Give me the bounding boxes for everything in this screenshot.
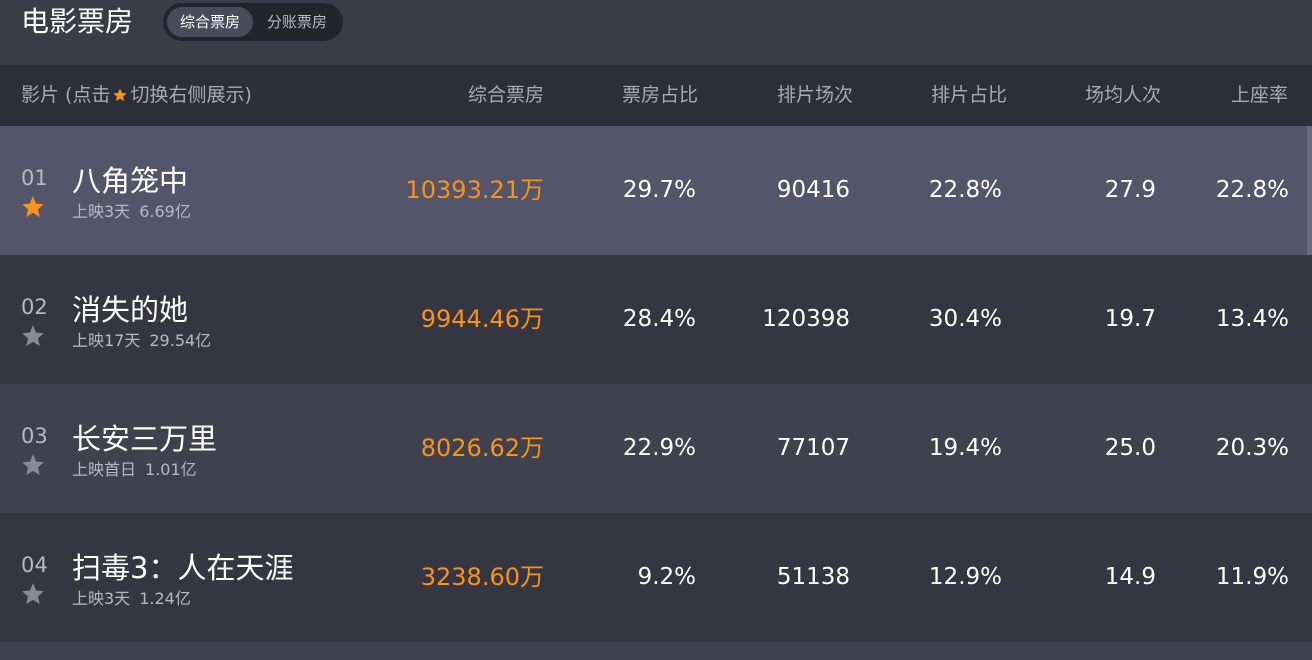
occupancy-value: 20.3% [1215, 435, 1289, 461]
movie-release-info: 上映17天 29.54亿 [72, 327, 211, 351]
avg-viewers-value: 27.9 [1104, 177, 1156, 203]
column-header-film-suffix: 切换右侧展示) [130, 84, 252, 106]
star-outline-icon[interactable] [20, 581, 46, 607]
movie-title: 长安三万里 [72, 422, 218, 456]
total-gross: 29.54亿 [149, 331, 212, 350]
column-header-gross-share[interactable]: 票房占比 [622, 65, 698, 126]
table-row[interactable]: 04 扫毒3：人在天涯 上映3天 1.24亿 3238.60万 9.2% 5113… [0, 513, 1312, 642]
gross-value: 8026.62万 [420, 434, 544, 462]
column-header-avg-viewers[interactable]: 场均人次 [1085, 65, 1161, 126]
movie-release-info: 上映首日 1.01亿 [72, 456, 197, 480]
gross-value: 10393.21万 [405, 176, 544, 204]
gross-value: 9944.46万 [420, 305, 544, 333]
shows-value: 77107 [776, 435, 850, 461]
table-row[interactable]: 01 八角笼中 上映3天 6.69亿 10393.21万 29.7% 90416 … [0, 126, 1312, 255]
rank-number: 04 [21, 553, 48, 577]
column-header-film: 影片 (点击 切换右侧展示) [21, 65, 252, 126]
column-header-shows[interactable]: 排片场次 [777, 65, 853, 126]
gross-share-value: 9.2% [637, 564, 696, 590]
table-row[interactable]: 03 长安三万里 上映首日 1.01亿 8026.62万 22.9% 77107 … [0, 384, 1312, 513]
occupancy-value: 13.4% [1215, 306, 1289, 332]
column-header-film-prefix: 影片 (点击 [21, 84, 111, 106]
movie-release-info: 上映3天 1.24亿 [72, 585, 191, 609]
rank-number: 02 [21, 295, 48, 319]
table-header: 影片 (点击 切换右侧展示) 综合票房 票房占比 排片场次 排片占比 场均人次 上… [0, 65, 1312, 126]
release-days: 上映3天 [72, 589, 131, 608]
show-share-value: 30.4% [928, 306, 1002, 332]
movie-release-info: 上映3天 6.69亿 [72, 198, 191, 222]
movie-title: 扫毒3：人在天涯 [72, 551, 294, 585]
tab-comprehensive-box-office[interactable]: 综合票房 [167, 7, 253, 37]
column-header-gross[interactable]: 综合票房 [468, 65, 544, 126]
movie-title: 八角笼中 [72, 164, 189, 198]
gross-share-value: 28.4% [622, 306, 696, 332]
shows-value: 120398 [762, 306, 850, 332]
star-outline-icon[interactable] [20, 452, 46, 478]
column-header-show-share[interactable]: 排片占比 [931, 65, 1007, 126]
rank-number: 01 [21, 166, 48, 190]
shows-value: 51138 [776, 564, 850, 590]
page-title: 电影票房 [21, 5, 134, 38]
star-legend-icon [113, 88, 128, 102]
show-share-value: 19.4% [928, 435, 1002, 461]
show-share-value: 22.8% [928, 177, 1002, 203]
total-gross: 1.01亿 [145, 460, 197, 479]
avg-viewers-value: 19.7 [1104, 306, 1156, 332]
avg-viewers-value: 25.0 [1104, 435, 1156, 461]
movie-title: 消失的她 [72, 293, 189, 327]
gross-value: 3238.60万 [420, 563, 544, 591]
total-gross: 1.24亿 [139, 589, 191, 608]
avg-viewers-value: 14.9 [1104, 564, 1156, 590]
rank-number: 03 [21, 424, 48, 448]
gross-share-value: 22.9% [622, 435, 696, 461]
occupancy-value: 22.8% [1215, 177, 1289, 203]
release-days: 上映17天 [72, 331, 141, 350]
release-days: 上映首日 [72, 460, 137, 479]
show-share-value: 12.9% [928, 564, 1002, 590]
release-days: 上映3天 [72, 202, 131, 221]
column-header-occupancy[interactable]: 上座率 [1231, 65, 1288, 126]
tab-split-box-office[interactable]: 分账票房 [255, 7, 339, 37]
star-filled-icon[interactable] [20, 194, 46, 220]
next-row-partial [0, 642, 1312, 660]
shows-value: 90416 [776, 177, 850, 203]
box-office-type-toggle: 综合票房 分账票房 [163, 3, 343, 41]
gross-share-value: 29.7% [622, 177, 696, 203]
scrollbar[interactable] [1307, 126, 1312, 255]
table-row[interactable]: 02 消失的她 上映17天 29.54亿 9944.46万 28.4% 12039… [0, 255, 1312, 384]
total-gross: 6.69亿 [139, 202, 191, 221]
top-bar: 电影票房 综合票房 分账票房 [0, 0, 1312, 65]
star-outline-icon[interactable] [20, 323, 46, 349]
occupancy-value: 11.9% [1215, 564, 1289, 590]
